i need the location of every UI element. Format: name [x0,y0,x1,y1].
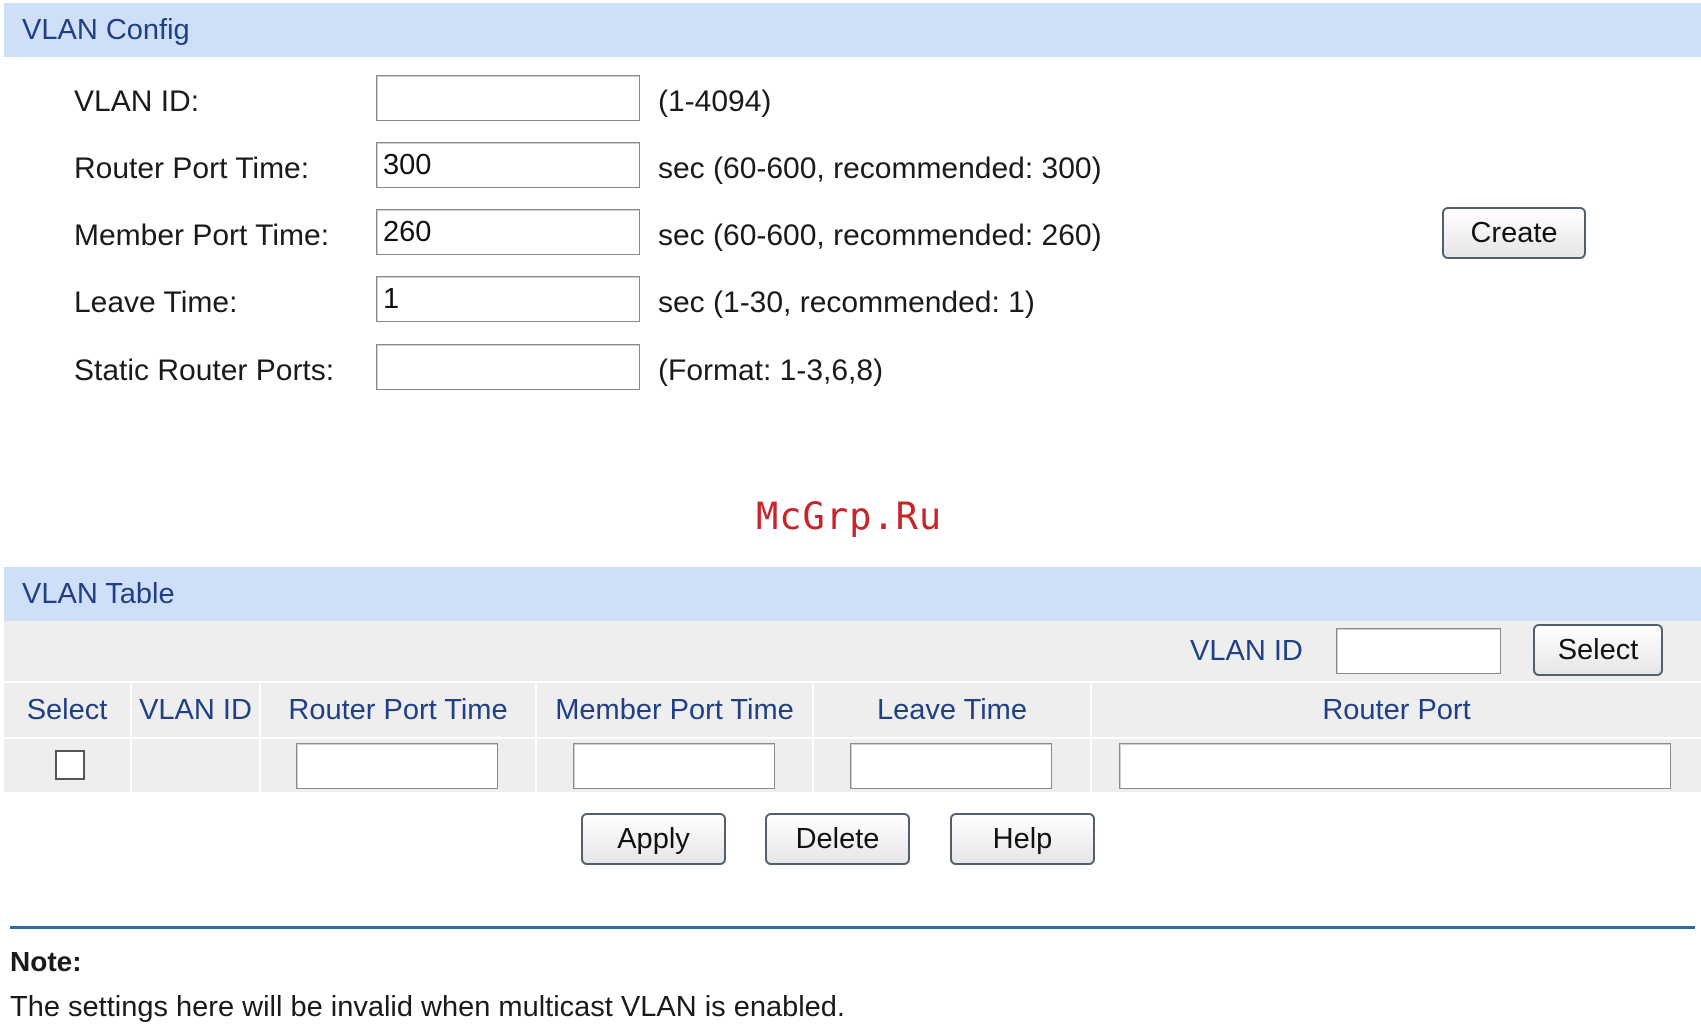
row-router-port-input[interactable] [1119,743,1671,789]
select-vlan-button[interactable]: Select [1533,624,1663,676]
delete-button[interactable]: Delete [765,813,910,865]
table-vlan-id-search-label: VLAN ID [1190,635,1303,667]
column-header-router-port: Router Port [1322,694,1471,726]
router-port-time-label: Router Port Time: [74,152,310,185]
create-button[interactable]: Create [1442,207,1586,259]
vlan-table-header: VLAN Table [4,567,1701,621]
leave-time-label: Leave Time: [74,286,238,319]
leave-time-input[interactable] [376,276,640,322]
column-header-leave-time: Leave Time [877,694,1027,726]
member-port-time-hint: sec (60-600, recommended: 260) [658,219,1102,252]
column-header-select: Select [26,694,108,726]
vlan-config-header: VLAN Config [4,3,1701,57]
apply-button[interactable]: Apply [581,813,726,865]
router-port-time-hint: sec (60-600, recommended: 300) [658,152,1102,185]
row-leave-time-input[interactable] [850,743,1052,789]
note-text: The settings here will be invalid when m… [10,991,845,1023]
watermark-text: McGrp.Ru [756,495,943,538]
note-divider [10,926,1695,929]
leave-time-hint: sec (1-30, recommended: 1) [658,286,1035,319]
vlan-id-hint: (1-4094) [658,85,772,118]
row-vlan-id [132,743,259,789]
note-title: Note: [10,946,82,977]
column-header-vlan-id: VLAN ID [139,694,252,726]
row-router-port-time-input[interactable] [296,743,498,789]
static-router-ports-input[interactable] [376,344,640,390]
member-port-time-label: Member Port Time: [74,219,330,252]
static-router-ports-hint: (Format: 1-3,6,8) [658,354,884,387]
table-vlan-id-search-input[interactable] [1336,628,1501,674]
router-port-time-input[interactable] [376,142,640,188]
member-port-time-input[interactable] [376,209,640,255]
row-select-checkbox[interactable] [55,750,85,780]
row-member-port-time-input[interactable] [573,743,775,789]
vlan-id-label: VLAN ID: [74,85,200,118]
vlan-id-input[interactable] [376,75,640,121]
help-button[interactable]: Help [950,813,1095,865]
column-header-router-port-time: Router Port Time [288,694,508,726]
static-router-ports-label: Static Router Ports: [74,354,335,387]
column-header-member-port-time: Member Port Time [555,694,794,726]
